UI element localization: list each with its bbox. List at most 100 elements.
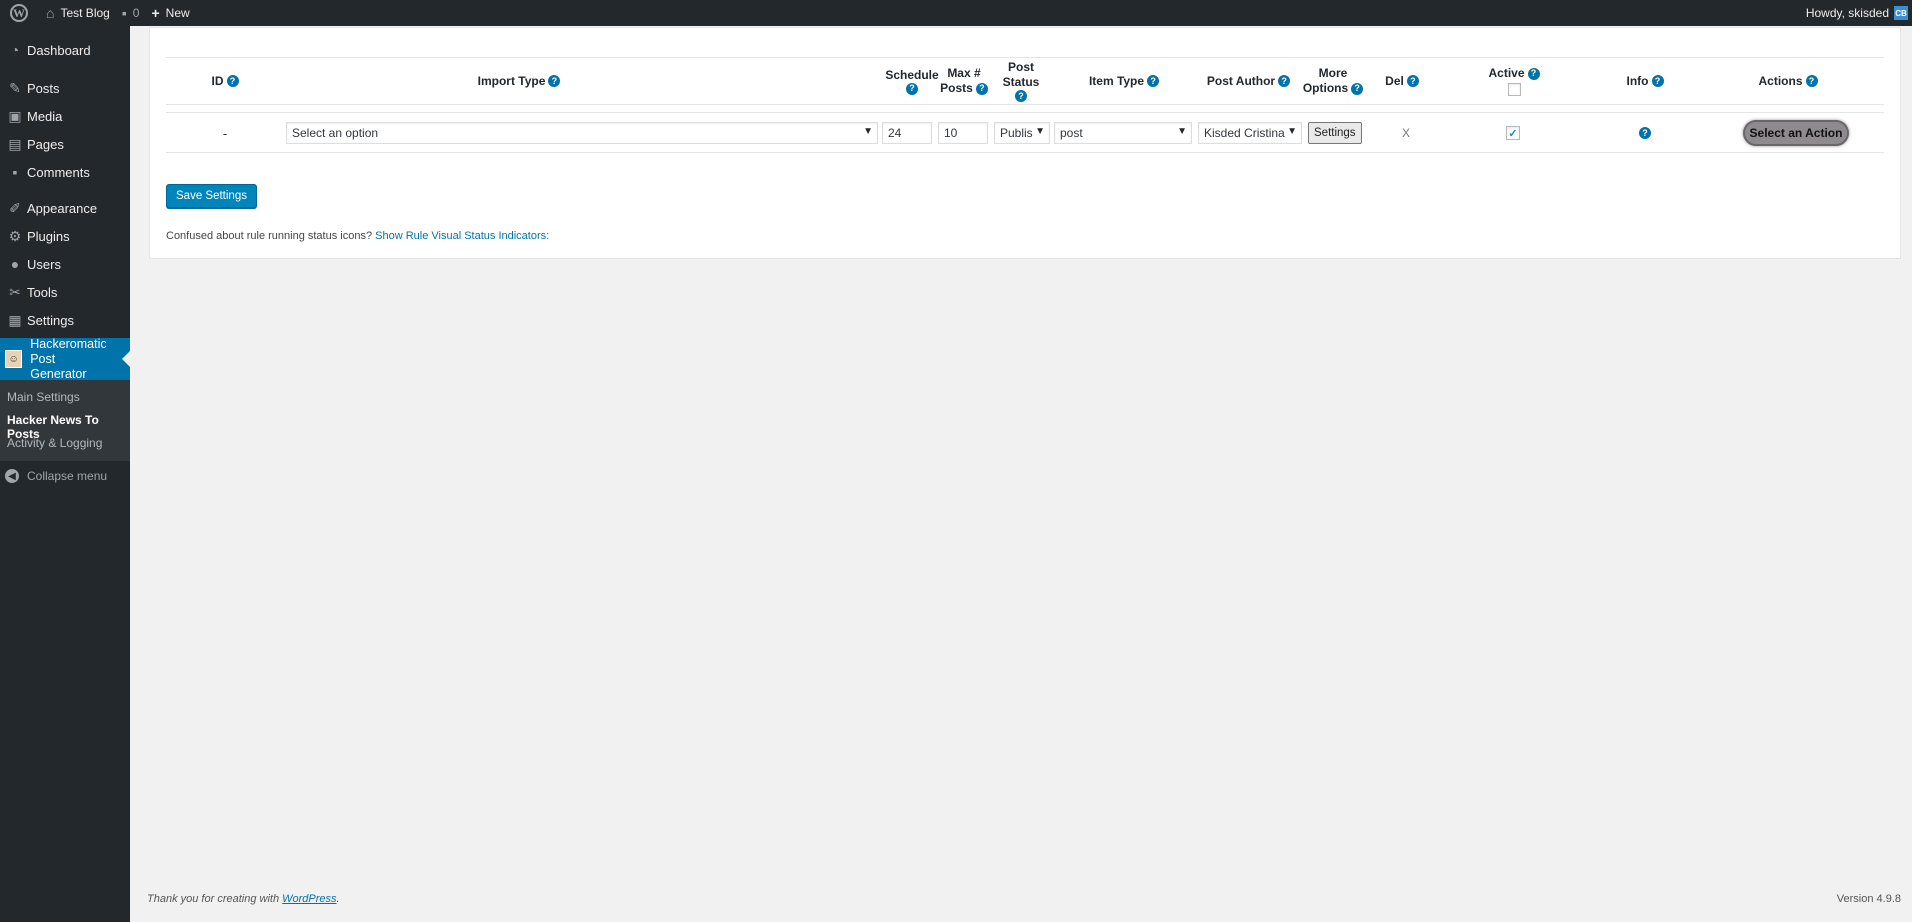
header-post-author: Post Author? — [1196, 58, 1301, 104]
help-icon[interactable]: ? — [1527, 67, 1540, 80]
collapse-arrow-icon: ◀ — [5, 469, 19, 483]
hackeromatic-plugin-icon: ☺ — [5, 350, 23, 368]
show-status-indicators-link[interactable]: Show Rule Visual Status Indicators: — [375, 230, 549, 242]
help-icon[interactable]: ? — [1805, 75, 1818, 87]
header-max-posts: Max # Posts? — [938, 58, 990, 104]
submenu-main-settings[interactable]: Main Settings — [0, 386, 130, 409]
sidebar-item-label: Users — [27, 256, 61, 272]
sidebar-item-appearance[interactable]: ✐ Appearance — [0, 194, 130, 222]
sidebar-item-label: Comments — [27, 164, 90, 180]
submenu-activity-logging[interactable]: Activity & Logging — [0, 432, 130, 455]
comment-bubble-icon: ▪ — [121, 5, 127, 21]
dashboard-icon: ◔ — [10, 42, 20, 58]
sidebar-item-label: Appearance — [27, 200, 98, 216]
avatar: CB — [1894, 6, 1908, 20]
sidebar-item-settings[interactable]: ▦ Settings — [0, 306, 130, 334]
status-help-text: Confused about rule running status icons… — [166, 230, 550, 242]
sidebar-item-label-line1: Hackeromatic Post — [30, 336, 107, 366]
rules-table: ID? Import Type? Schedule ? Max # Posts?… — [166, 57, 1884, 153]
help-icon[interactable]: ? — [1406, 75, 1419, 87]
wordpress-link[interactable]: WordPress — [282, 893, 336, 905]
item-type-select[interactable]: post ▼ — [1054, 122, 1192, 144]
sidebar-item-label: Tools — [27, 284, 58, 300]
sidebar-item-label: Pages — [27, 136, 64, 152]
pin-icon: ✎ — [9, 79, 21, 96]
table-row: - Select an option ▼ 24 10 Publis ▼ post… — [166, 113, 1884, 153]
users-icon: ● — [10, 256, 20, 272]
import-type-select[interactable]: Select an option ▼ — [286, 122, 878, 144]
header-item-type: Item Type? — [1054, 58, 1194, 104]
sidebar-item-posts[interactable]: ✎ Posts — [0, 74, 130, 102]
plus-icon: + — [151, 5, 160, 21]
wordpress-logo-icon: W — [10, 4, 28, 22]
max-posts-input[interactable]: 10 — [938, 122, 988, 144]
help-icon[interactable]: ? — [1278, 75, 1291, 87]
help-icon[interactable]: ? — [975, 82, 988, 95]
sidebar-item-pages[interactable]: ▤ Pages — [0, 130, 130, 158]
save-settings-button[interactable]: Save Settings — [166, 184, 257, 208]
new-label: New — [165, 6, 190, 20]
dropdown-arrow-icon: ▼ — [1177, 126, 1187, 137]
header-import-type: Import Type? — [284, 58, 754, 104]
greeting-text: Howdy, skisded — [1805, 6, 1889, 20]
sidebar-item-tools[interactable]: ✂ Tools — [0, 278, 130, 306]
header-post-status: Post Status ? — [1002, 60, 1040, 102]
sidebar-item-plugins[interactable]: ⚙ Plugins — [0, 222, 130, 250]
sidebar-item-label-line2: Generator — [30, 366, 87, 381]
home-icon: ⌂ — [46, 5, 55, 21]
settings-icon: ▦ — [8, 311, 22, 328]
header-actions: Actions? — [1704, 58, 1872, 104]
sidebar-item-label: Media — [27, 108, 63, 124]
rule-id: - — [222, 125, 228, 141]
new-content-link[interactable]: + New — [145, 0, 195, 26]
post-author-select[interactable]: Kisded Cristina ▼ — [1198, 122, 1302, 144]
select-action-button[interactable]: Select an Action — [1743, 120, 1849, 146]
sidebar-item-label: Dashboard — [27, 42, 91, 58]
rules-panel: ID? Import Type? Schedule ? Max # Posts?… — [149, 27, 1901, 259]
help-icon[interactable]: ? — [1651, 75, 1664, 87]
schedule-input[interactable]: 24 — [882, 122, 932, 144]
pages-icon: ▤ — [8, 135, 22, 152]
footer-thank-you: Thank you for creating with WordPress. — [147, 893, 340, 905]
sidebar-item-hackeromatic[interactable]: ☺ Hackeromatic Post Generator — [0, 336, 130, 381]
sidebar-item-users[interactable]: ● Users — [0, 250, 130, 278]
admin-sidebar: ◔ Dashboard ✎ Posts ▣ Media ▤ Pages ▪ Co… — [0, 26, 130, 922]
table-header-row: ID? Import Type? Schedule ? Max # Posts?… — [166, 57, 1884, 105]
help-icon[interactable]: ? — [1147, 75, 1160, 87]
help-icon[interactable]: ? — [1351, 82, 1364, 95]
help-icon[interactable]: ? — [548, 75, 561, 87]
rule-info-icon[interactable]: ? — [1639, 127, 1651, 139]
footer-version: Version 4.9.8 — [1836, 893, 1901, 905]
hackeromatic-submenu: Main Settings Hacker News To Posts Activ… — [0, 380, 130, 461]
my-account-menu[interactable]: Howdy, skisded CB — [1806, 6, 1912, 20]
sidebar-item-comments[interactable]: ▪ Comments — [0, 158, 130, 186]
active-checkbox[interactable]: ✓ — [1506, 126, 1520, 140]
post-status-select[interactable]: Publis ▼ — [994, 122, 1050, 144]
site-name-link[interactable]: ⌂ Test Blog — [40, 0, 116, 26]
sidebar-item-media[interactable]: ▣ Media — [0, 102, 130, 130]
header-info: Info? — [1588, 58, 1702, 104]
header-more-options: More Options? — [1303, 58, 1364, 104]
sidebar-item-dashboard[interactable]: ◔ Dashboard — [0, 36, 130, 64]
wordpress-logo-menu[interactable]: W — [0, 0, 40, 26]
select-all-active-checkbox[interactable] — [1507, 83, 1521, 96]
more-options-settings-button[interactable]: Settings — [1308, 122, 1362, 144]
comments-count: 0 — [132, 6, 140, 20]
dropdown-arrow-icon: ▼ — [1287, 126, 1297, 137]
collapse-menu-button[interactable]: ◀ Collapse menu — [0, 461, 130, 491]
header-schedule: Schedule ? — [885, 67, 939, 95]
wrench-icon: ✂ — [9, 283, 21, 300]
delete-rule-button[interactable]: X — [1396, 122, 1416, 144]
dropdown-arrow-icon: ▼ — [1035, 126, 1045, 137]
dropdown-arrow-icon: ▼ — [863, 126, 873, 137]
submenu-hacker-news-to-posts[interactable]: Hacker News To Posts — [0, 409, 130, 441]
header-active: Active? — [1442, 58, 1586, 104]
help-icon[interactable]: ? — [906, 82, 918, 95]
help-icon[interactable]: ? — [1015, 90, 1027, 102]
comments-link[interactable]: ▪ 0 — [116, 0, 146, 26]
help-icon[interactable]: ? — [226, 75, 239, 87]
site-name: Test Blog — [60, 6, 110, 20]
brush-icon: ✐ — [9, 199, 21, 216]
table-separator-row — [166, 103, 1884, 113]
sidebar-item-label: Posts — [27, 80, 60, 96]
